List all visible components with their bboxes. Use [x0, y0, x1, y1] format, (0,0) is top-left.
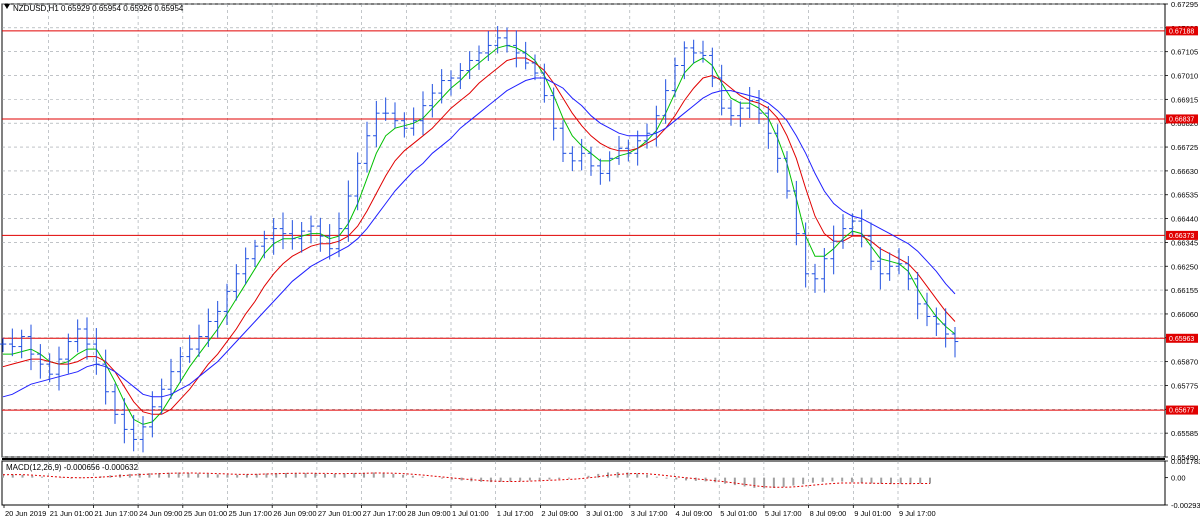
macd-label: MACD(12,26,9) -0.000656 -0.000632 — [6, 463, 139, 472]
x-tick-label: 8 Jul 09:00 — [810, 509, 847, 518]
x-tick-label: 27 Jun 17:00 — [363, 509, 406, 518]
price-level-tag-label: 0.66373 — [1169, 233, 1194, 240]
macd-y-tick-label: 0.001783 — [1171, 457, 1200, 466]
macd-y-tick-label: -0.002933 — [1171, 501, 1200, 510]
y-tick-label: 0.65870 — [1171, 358, 1198, 367]
x-tick-label: 5 Jul 17:00 — [765, 509, 802, 518]
x-tick-label: 21 Jun 01:00 — [50, 509, 93, 518]
x-tick-label: 5 Jul 01:00 — [720, 509, 757, 518]
y-tick-label: 0.66250 — [1171, 262, 1198, 271]
price-level-tag-label: 0.65963 — [1169, 336, 1194, 343]
x-tick-label: 9 Jul 01:00 — [854, 509, 891, 518]
y-tick-label: 0.66915 — [1171, 95, 1198, 104]
x-tick-label: 3 Jul 01:00 — [586, 509, 623, 518]
symbol-label: NZDUSD,H1 0.65929 0.65954 0.65926 0.6595… — [13, 4, 184, 13]
macd-header: MACD(12,26,9) -0.000656 -0.000632 — [6, 463, 139, 472]
x-tick-label: 3 Jul 17:00 — [631, 509, 668, 518]
x-tick-label: 28 Jun 09:00 — [407, 509, 450, 518]
y-tick-label: 0.66440 — [1171, 215, 1198, 224]
y-tick-label: 0.66060 — [1171, 310, 1198, 319]
y-tick-label: 0.67010 — [1171, 72, 1198, 81]
macd-y-tick-label: 0.00 — [1171, 474, 1186, 483]
x-tick-label: 21 Jun 17:00 — [94, 509, 137, 518]
x-tick-label: 25 Jun 01:00 — [184, 509, 227, 518]
x-tick-label: 1 Jul 01:00 — [452, 509, 489, 518]
x-tick-label: 4 Jul 09:00 — [676, 509, 713, 518]
x-tick-label: 20 Jun 2019 — [5, 509, 46, 518]
price-level-tag-label: 0.65677 — [1169, 408, 1194, 415]
chart-background — [0, 0, 1200, 523]
y-tick-label: 0.66630 — [1171, 167, 1198, 176]
x-tick-label: 25 Jun 17:00 — [229, 509, 272, 518]
trading-chart[interactable]: 20 Jun 2019 21 Jun 01:00 21 Jun 17:00 24 Ju… — [0, 0, 1200, 523]
y-tick-label: 0.65585 — [1171, 429, 1198, 438]
x-tick-label: 27 Jun 01:00 — [318, 509, 361, 518]
price-level-tag-label: 0.67188 — [1169, 28, 1194, 35]
chart-header: NZDUSD,H1 0.65929 0.65954 0.65926 0.6595… — [4, 4, 184, 13]
y-tick-label: 0.66725 — [1171, 143, 1198, 152]
x-tick-label: 24 Jun 09:00 — [139, 509, 182, 518]
x-tick-label: 26 Jun 09:00 — [273, 509, 316, 518]
price-chart-canvas[interactable]: 20 Jun 2019 21 Jun 01:00 21 Jun 17:00 24 Ju… — [0, 0, 1200, 523]
price-level-tag-label: 0.66837 — [1169, 116, 1194, 123]
x-tick-label: 1 Jul 17:00 — [497, 509, 534, 518]
y-tick-label: 0.65775 — [1171, 381, 1198, 390]
y-tick-label: 0.67105 — [1171, 48, 1198, 57]
y-tick-label: 0.67295 — [1171, 0, 1198, 9]
x-tick-label: 2 Jul 09:00 — [541, 509, 578, 518]
x-tick-label: 9 Jul 17:00 — [899, 509, 936, 518]
y-tick-label: 0.66155 — [1171, 286, 1198, 295]
y-tick-label: 0.66535 — [1171, 191, 1198, 200]
